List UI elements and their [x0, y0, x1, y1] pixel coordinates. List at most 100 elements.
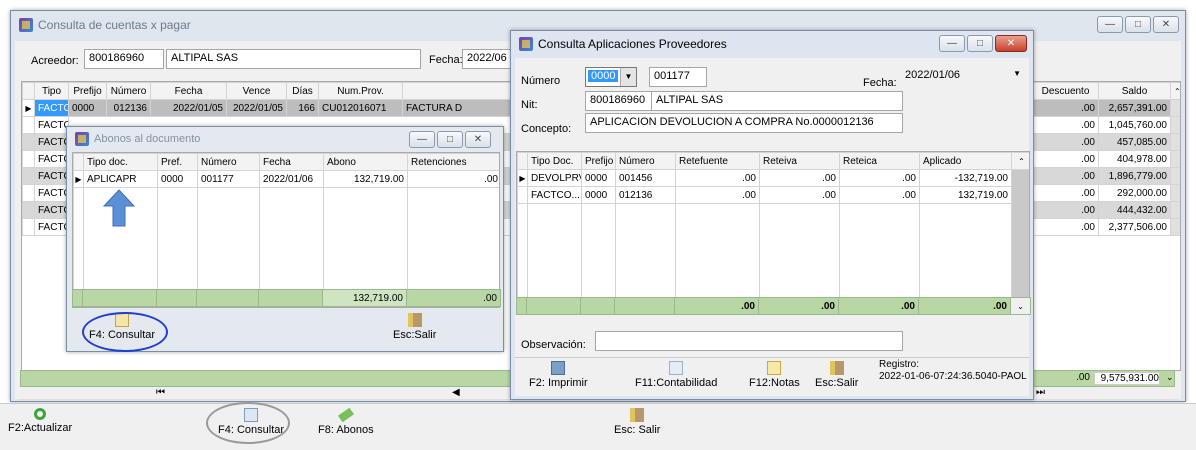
exit-door-icon: [630, 408, 645, 422]
numero-label: Número: [521, 75, 561, 87]
col-header[interactable]: Abono: [323, 153, 408, 171]
total-abono: 132,719.00: [322, 289, 407, 307]
prev-record-icon[interactable]: ◀: [452, 387, 460, 398]
scroll-down-icon[interactable]: ⌄: [1166, 372, 1174, 383]
col-header[interactable]: Tipo Doc.: [527, 152, 582, 170]
actualizar-button[interactable]: F2:Actualizar: [8, 408, 72, 434]
fecha-select[interactable]: 2022/01/06 ▼: [901, 67, 1027, 87]
close-button[interactable]: ✕: [465, 131, 491, 148]
minimize-button[interactable]: —: [409, 131, 435, 148]
col-header[interactable]: Número: [106, 82, 151, 100]
first-record-icon[interactable]: ⏮: [156, 387, 165, 398]
table-row[interactable]: .00 292,000.00: [1032, 184, 1180, 202]
col-header[interactable]: Reteiva: [759, 152, 840, 170]
col-header[interactable]: Fecha: [259, 153, 324, 171]
aplicaciones-totals: .00 .00 .00 .00 ⌄: [516, 297, 1031, 315]
minimize-button[interactable]: —: [939, 35, 965, 52]
maximize-button[interactable]: □: [967, 35, 993, 52]
exit-door-icon: [407, 313, 422, 327]
close-button[interactable]: ✕: [995, 35, 1027, 52]
total-retefuente: .00: [674, 297, 759, 315]
col-header[interactable]: Número: [615, 152, 676, 170]
chevron-down-icon[interactable]: ▼: [620, 68, 636, 86]
table-row[interactable]: .00 2,657,391.00: [1032, 99, 1180, 117]
col-header[interactable]: Fecha: [150, 82, 227, 100]
col-header[interactable]: Retefuente: [675, 152, 760, 170]
imprimir-button[interactable]: F2: Imprimir: [529, 361, 588, 389]
table-row[interactable]: ▶ APLICAPR 0000 001177 2022/01/06 132,71…: [73, 170, 499, 188]
fecha-label: Fecha:: [429, 54, 463, 66]
payments-icon: [337, 407, 354, 423]
col-header[interactable]: Tipo doc.: [83, 153, 158, 171]
aplicaciones-salir-button[interactable]: Esc:Salir: [815, 361, 858, 389]
col-header[interactable]: Saldo: [1098, 82, 1171, 100]
col-header[interactable]: Retenciones: [407, 153, 499, 171]
nit-code-field[interactable]: 800186960: [585, 91, 653, 111]
notas-button[interactable]: F12:Notas: [749, 361, 800, 389]
abonos-salir-button[interactable]: Esc:Salir: [393, 313, 436, 341]
col-header[interactable]: Número: [197, 153, 260, 171]
numero-field[interactable]: 001177: [649, 67, 707, 87]
table-row[interactable]: FACTCO... 0000 012136 .00 .00 .00 132,71…: [517, 186, 1030, 204]
numero-prefix-select[interactable]: 0000 ▼: [585, 67, 637, 87]
acreedor-code-field[interactable]: 800186960: [84, 49, 164, 69]
vertical-scrollbar[interactable]: [1011, 169, 1029, 298]
table-row[interactable]: .00 404,978.00: [1032, 150, 1180, 168]
contabilidad-button[interactable]: F11:Contabilidad: [635, 361, 717, 389]
table-row[interactable]: ▶ DEVOLPRV 0000 001456 .00 .00 .00 -132,…: [517, 169, 1029, 298]
col-header[interactable]: Tipo: [34, 82, 69, 100]
salir-button[interactable]: Esc: Salir: [614, 408, 660, 436]
abonos-button[interactable]: F8: Abonos: [318, 407, 374, 436]
total-descuento: .00: [1076, 372, 1090, 383]
maximize-button[interactable]: □: [437, 131, 463, 148]
table-row[interactable]: .00 1,045,760.00: [1032, 116, 1180, 134]
scroll-down-icon[interactable]: ⌄: [1010, 297, 1031, 315]
aplicaciones-grid: Tipo Doc. Prefijo Número Retefuente Rete…: [516, 151, 1030, 299]
nit-label: Nit:: [521, 99, 538, 111]
main-grid-header: Tipo Prefijo Número Fecha Vence Días Num…: [22, 82, 520, 100]
table-row[interactable]: ▶ FACTC... 0000 012136 2022/01/05 2022/0…: [22, 99, 520, 117]
col-header[interactable]: Días: [286, 82, 319, 100]
table-row[interactable]: .00 2,377,506.00: [1032, 218, 1180, 236]
observacion-field[interactable]: [595, 331, 903, 351]
total-reteica: .00: [838, 297, 919, 315]
table-row[interactable]: .00 1,896,779.00: [1032, 167, 1180, 185]
chevron-down-icon[interactable]: ▼: [1013, 69, 1021, 78]
refresh-icon: [34, 408, 47, 420]
acreedor-name-field[interactable]: ALTIPAL SAS: [166, 49, 421, 69]
col-header[interactable]: Prefijo: [581, 152, 616, 170]
col-header[interactable]: Prefijo: [68, 82, 107, 100]
nit-name-field[interactable]: ALTIPAL SAS: [651, 91, 903, 111]
close-button[interactable]: ✕: [1153, 16, 1179, 33]
abonos-table: Tipo doc. Pref. Número Fecha Abono Reten…: [73, 153, 499, 306]
table-row[interactable]: .00 457,085.00: [1032, 133, 1180, 151]
fecha-field[interactable]: 2022/06: [462, 49, 512, 69]
fecha-label: Fecha:: [863, 77, 897, 89]
table-row[interactable]: .00 444,432.00: [1032, 201, 1180, 219]
scroll-up-icon[interactable]: ⌃: [1170, 82, 1180, 100]
aplicaciones-title: Consulta Aplicaciones Proveedores: [538, 37, 727, 51]
col-header[interactable]: Vence: [226, 82, 287, 100]
last-record-icon[interactable]: ⏭: [1036, 387, 1045, 398]
total-retenciones: .00: [406, 289, 501, 307]
col-header[interactable]: Pref.: [157, 153, 198, 171]
main-toolbar: [0, 403, 1196, 450]
app-icon: [19, 18, 33, 32]
total-aplicado: .00: [918, 297, 1011, 315]
col-header[interactable]: Aplicado: [919, 152, 1012, 170]
total-reteiva: .00: [758, 297, 839, 315]
minimize-button[interactable]: —: [1097, 16, 1123, 33]
observacion-label: Observación:: [521, 339, 586, 351]
row-pointer-icon: ▶: [517, 169, 528, 187]
col-header[interactable]: Reteica: [839, 152, 920, 170]
ledger-icon: [669, 361, 684, 375]
col-header[interactable]: Num.Prov.: [318, 82, 403, 100]
col-header[interactable]: Descuento: [1032, 82, 1099, 100]
row-pointer-icon: ▶: [22, 99, 35, 117]
up-arrow-icon: [102, 189, 136, 227]
scroll-up-icon[interactable]: ⌃: [1011, 152, 1029, 170]
maximize-button[interactable]: □: [1125, 16, 1151, 33]
main-title: Consulta de cuentas x pagar: [38, 18, 191, 32]
concepto-field[interactable]: APLICACION DEVOLUCION A COMPRA No.000001…: [585, 113, 903, 133]
acreedor-label: Acreedor:: [31, 55, 79, 67]
